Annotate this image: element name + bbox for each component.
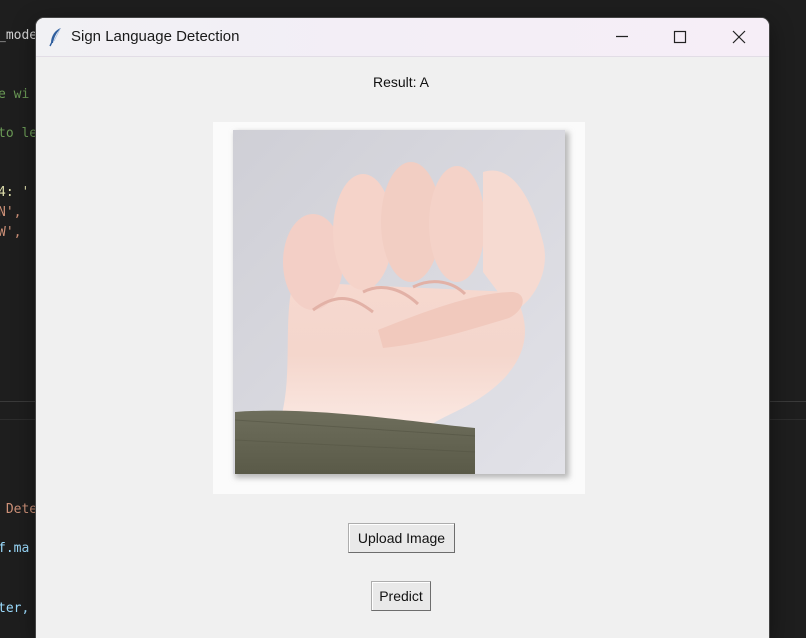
code-line: Dete xyxy=(0,502,38,517)
code-line: to le xyxy=(0,126,38,141)
title-bar[interactable]: Sign Language Detection xyxy=(36,18,769,57)
code-line: _mode xyxy=(0,28,38,43)
code-line: W', xyxy=(0,225,30,240)
result-label: Result: A xyxy=(372,74,430,90)
hand-fist-image xyxy=(233,130,569,478)
code-line: ter, xyxy=(0,601,30,616)
uploaded-image xyxy=(213,122,585,494)
code-line: f.ma xyxy=(0,541,30,556)
window-title: Sign Language Detection xyxy=(71,28,240,45)
feather-icon xyxy=(48,27,64,47)
code-line: 4: ' xyxy=(0,185,30,200)
upload-image-button[interactable]: Upload Image xyxy=(348,523,455,553)
minimize-button[interactable] xyxy=(599,18,645,56)
maximize-button[interactable] xyxy=(657,18,703,56)
code-line: e wi xyxy=(0,87,30,102)
code-line: N', xyxy=(0,205,30,220)
predict-button[interactable]: Predict xyxy=(371,581,431,611)
app-window: Sign Language Detection Result: A Upload… xyxy=(36,18,769,638)
close-button[interactable] xyxy=(716,18,762,56)
